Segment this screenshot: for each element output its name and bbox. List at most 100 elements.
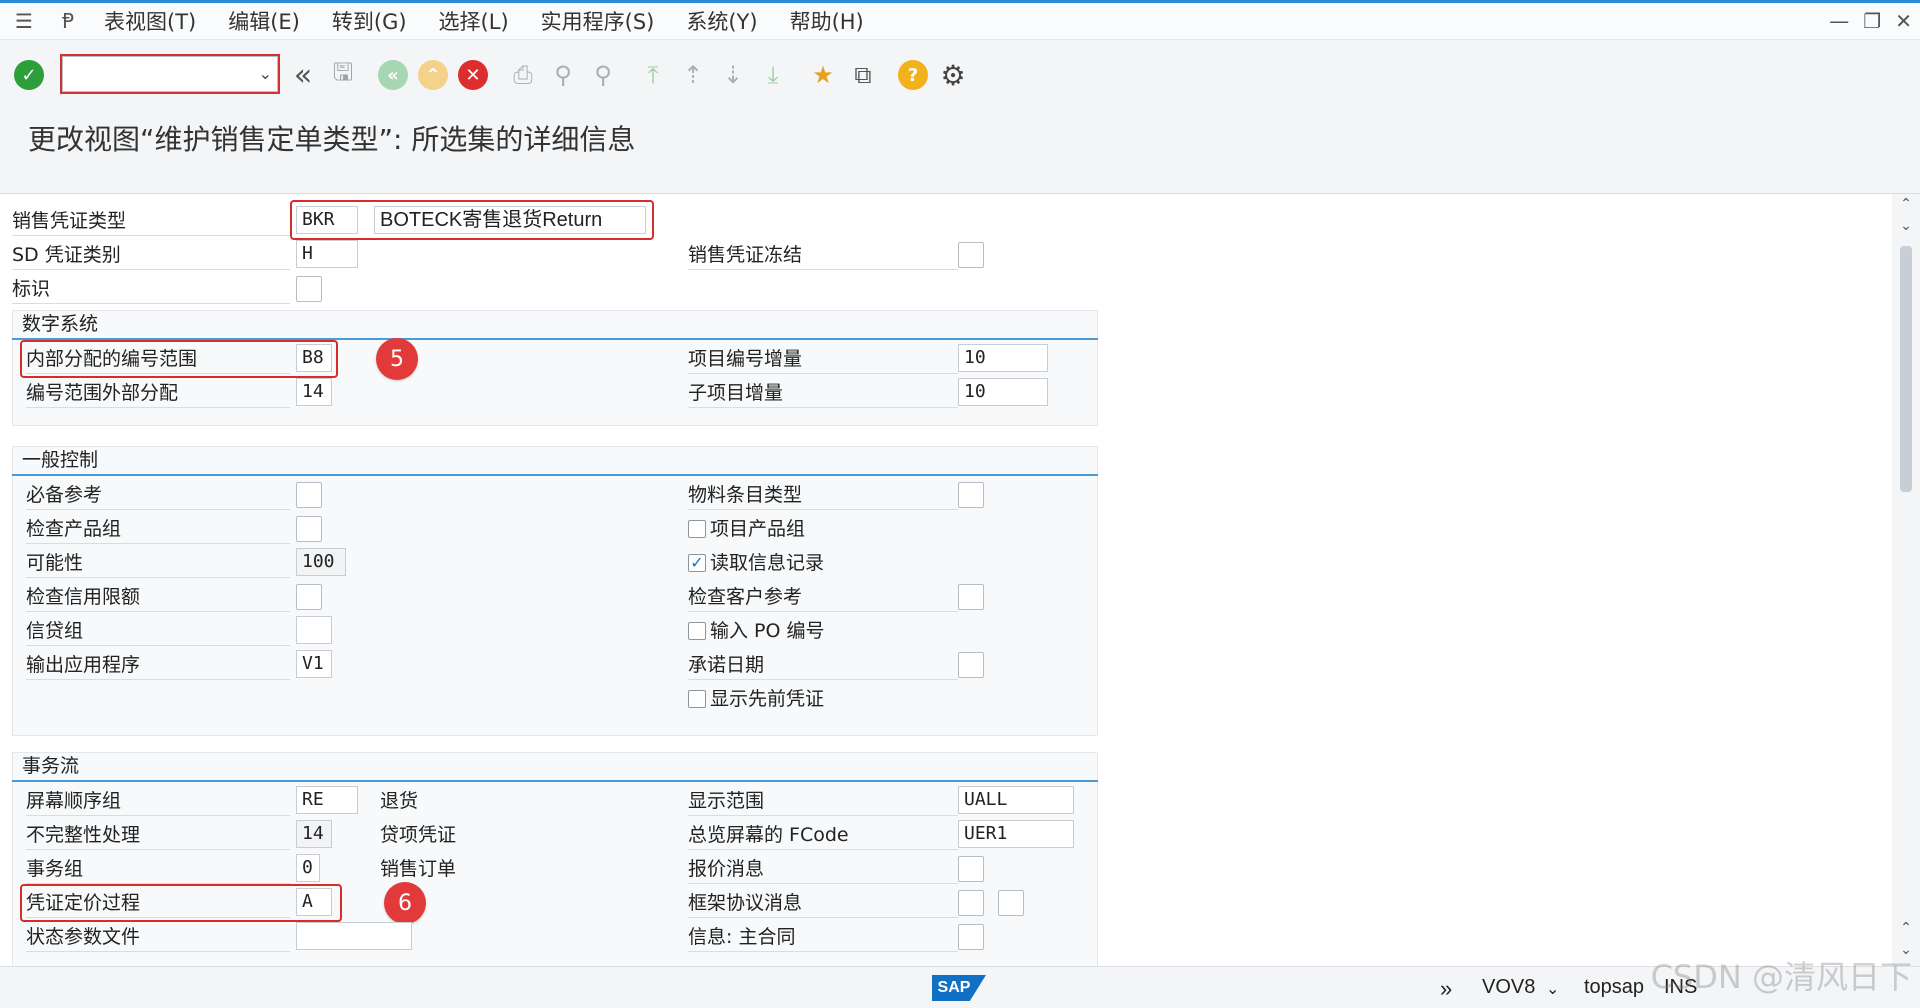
item-division-label: 项目产品组 (710, 518, 806, 540)
outline-agreement-messages-field[interactable] (958, 890, 984, 916)
command-field-box: ⌄ (60, 54, 280, 94)
exit-button[interactable]: ⌃ (416, 58, 450, 92)
highlight-box-doc-type (290, 200, 654, 240)
sd-category-label: SD 凭证类别 (12, 240, 290, 270)
screen-sequence-label: 屏幕顺序组 (26, 786, 290, 816)
ref-mandatory-label: 必备参考 (26, 480, 290, 510)
command-field[interactable] (62, 56, 278, 92)
quotation-messages-field[interactable] (958, 856, 984, 882)
scrollbar-thumb[interactable] (1900, 246, 1912, 492)
transaction-group-field[interactable]: 0 (296, 854, 320, 882)
outline-agreement-extra-field[interactable] (998, 890, 1024, 916)
menu-item-help[interactable]: 帮助(H) (774, 6, 880, 36)
check-customer-ref-field[interactable] (958, 584, 984, 610)
new-session-icon[interactable]: ★ (806, 58, 840, 92)
display-prev-doc-label: 显示先前凭证 (710, 688, 825, 710)
window-controls: — ❐ ✕ (1829, 9, 1912, 33)
help-icon: ? (898, 60, 928, 90)
first-page-icon[interactable]: ⤒ (636, 58, 670, 92)
title-bar: 更改视图“维护销售定单类型”: 所选集的详细信息 (0, 114, 1920, 156)
screen-sequence-desc: 退货 (380, 790, 419, 812)
shortcut-icon[interactable]: ⧉ (846, 58, 880, 92)
enter-button[interactable]: ✓ (12, 58, 46, 92)
find-next-icon[interactable]: ⚲ (586, 58, 620, 92)
check-division-field[interactable] (296, 516, 322, 542)
application-toolbar (0, 156, 1920, 194)
chevron-down-icon[interactable]: ⌄ (259, 64, 272, 83)
overview-fcode-field[interactable]: UER1 (958, 820, 1074, 848)
save-icon[interactable]: 🖫 (326, 58, 360, 92)
minimize-icon[interactable]: — (1829, 9, 1849, 33)
collapse-icon[interactable]: « (286, 58, 320, 93)
menu-item-table-view[interactable]: 表视图(T) (88, 6, 212, 36)
probability-field[interactable]: 100 (296, 548, 346, 576)
incompletion-proc-desc: 贷项凭证 (380, 824, 457, 846)
expand-status-icon[interactable]: » (1440, 976, 1452, 1002)
display-range-label: 显示范围 (688, 786, 958, 816)
ref-mandatory-field[interactable] (296, 482, 322, 508)
check-credit-limit-field[interactable] (296, 584, 322, 610)
menu-item-edit[interactable]: 编辑(E) (212, 6, 316, 36)
close-window-icon[interactable]: ✕ (1895, 9, 1912, 33)
system-toolbar: ✓ ⌄ « 🖫 « ⌃ ✕ ⎙ ⚲ ⚲ ⤒ ⇡ ⇣ ⤓ ★ ⧉ ? ⚙ (0, 40, 1920, 114)
gear-icon[interactable]: ⚙ (936, 58, 970, 92)
find-icon[interactable]: ⚲ (546, 58, 580, 92)
incompletion-proc-field[interactable]: 14 (296, 820, 332, 848)
scroll-page-up-icon[interactable]: ⌃ (1892, 920, 1920, 936)
general-control-group-title: 一般控制 (12, 446, 1098, 476)
transaction-group-desc: 销售订单 (380, 858, 457, 880)
subitem-increment-label: 子项目增量 (688, 378, 958, 408)
external-number-range-field[interactable]: 14 (296, 378, 332, 406)
print-icon[interactable]: ⎙ (506, 58, 540, 92)
next-page-icon[interactable]: ⇣ (716, 58, 750, 92)
previous-page-icon[interactable]: ⇡ (676, 58, 710, 92)
transaction-code: VOV8 (1482, 976, 1536, 998)
vertical-scrollbar[interactable]: ⌃ ⌄ ⌃ ⌄ (1892, 194, 1920, 966)
menu-icon[interactable]: ☰ (0, 1, 48, 41)
sd-category-field[interactable]: H (296, 240, 358, 268)
read-info-record-checkbox[interactable]: ✓ (688, 554, 706, 572)
menu-bar: ☰ Ᵽ 表视图(T) 编辑(E) 转到(G) 选择(L) 实用程序(S) 系统(… (0, 0, 1920, 40)
scroll-up-icon[interactable]: ⌃ (1892, 196, 1920, 212)
enter-po-number-checkbox[interactable] (688, 622, 706, 640)
check-division-label: 检查产品组 (26, 514, 290, 544)
cancel-button[interactable]: ✕ (456, 58, 490, 92)
doc-blocked-label: 销售凭证冻结 (688, 240, 958, 270)
menu-item-utilities[interactable]: 实用程序(S) (525, 6, 671, 36)
item-increment-field[interactable]: 10 (958, 344, 1048, 372)
incompletion-proc-label: 不完整性处理 (26, 820, 290, 850)
commitment-date-field[interactable] (958, 652, 984, 678)
quotation-messages-label: 报价消息 (688, 854, 958, 884)
display-range-field[interactable]: UALL (958, 786, 1074, 814)
customize-icon[interactable]: Ᵽ (48, 1, 88, 41)
subitem-increment-field[interactable]: 10 (958, 378, 1048, 406)
item-division-checkbox[interactable] (688, 520, 706, 538)
restore-icon[interactable]: ❐ (1863, 9, 1881, 33)
detail-content: 销售凭证类型 BKR BOTECK寄售退货Return SD 凭证类别 H 销售… (0, 194, 1892, 966)
menu-item-goto[interactable]: 转到(G) (316, 6, 423, 36)
check-customer-ref-label: 检查客户参考 (688, 582, 958, 612)
highlight-box-internal-range (20, 340, 338, 378)
last-page-icon[interactable]: ⤓ (756, 58, 790, 92)
system-name: topsap (1584, 976, 1645, 998)
display-prev-doc-checkbox[interactable] (688, 690, 706, 708)
menu-item-system[interactable]: 系统(Y) (670, 6, 773, 36)
transaction-flow-group-title: 事务流 (12, 752, 1098, 782)
doc-blocked-checkbox[interactable] (958, 242, 984, 268)
help-button[interactable]: ? (896, 58, 930, 92)
back-button[interactable]: « (376, 58, 410, 92)
master-contract-field[interactable] (958, 924, 984, 950)
outline-agreement-messages-label: 框架协议消息 (688, 888, 958, 918)
scroll-page-down-icon[interactable]: ⌄ (1892, 218, 1920, 234)
material-entry-type-field[interactable] (958, 482, 984, 508)
output-application-field[interactable]: V1 (296, 650, 332, 678)
status-profile-field[interactable] (296, 922, 412, 950)
chevron-down-icon[interactable]: ⌄ (1546, 979, 1559, 999)
credit-group-field[interactable] (296, 616, 332, 644)
menu-item-selection[interactable]: 选择(L) (423, 6, 525, 36)
screen-sequence-field[interactable]: RE (296, 786, 358, 814)
read-info-record-label: 读取信息记录 (710, 552, 825, 574)
exit-icon: ⌃ (418, 60, 448, 90)
indicator-field[interactable] (296, 276, 322, 302)
commitment-date-label: 承诺日期 (688, 650, 958, 680)
